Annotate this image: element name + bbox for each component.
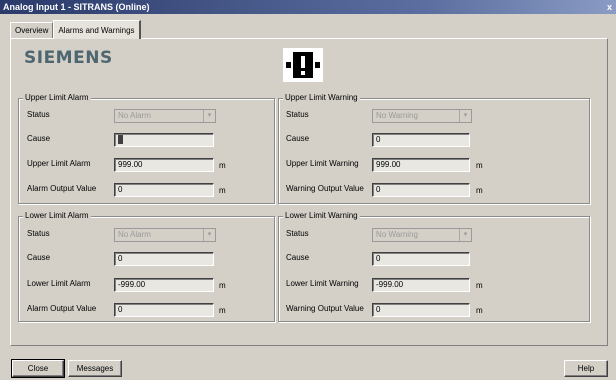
group-title: Lower Limit Warning [283, 211, 360, 221]
chevron-down-icon: ▾ [203, 229, 215, 241]
title-bar: Analog Input 1 - SITRANS (Online) x [0, 0, 616, 14]
upper-limit-warning-input[interactable]: 999.00 [372, 158, 470, 172]
group-title: Upper Limit Warning [283, 93, 360, 103]
status-dropdown[interactable]: No Warning ▾ [372, 228, 472, 242]
output-label: Alarm Output Value [27, 304, 97, 313]
status-dropdown[interactable]: No Alarm ▾ [114, 228, 216, 242]
chevron-down-icon: ▾ [203, 110, 215, 122]
window-title: Analog Input 1 - SITRANS (Online) [3, 2, 150, 12]
unit-label: m [476, 306, 483, 315]
status-label: Status [286, 110, 309, 119]
unit-label: m [219, 281, 226, 290]
status-label: Status [27, 110, 50, 119]
upper-limit-alarm-input[interactable]: 999.00 [114, 158, 214, 172]
unit-label: m [219, 161, 226, 170]
cause-label: Cause [286, 134, 310, 143]
output-label: Warning Output Value [286, 184, 364, 193]
unit-label: m [476, 161, 483, 170]
chevron-down-icon: ▾ [459, 229, 471, 241]
lower-limit-alarm-input[interactable]: -999.00 [114, 278, 214, 292]
cause-field[interactable] [114, 133, 214, 147]
status-label: Status [286, 229, 309, 238]
cause-field[interactable]: 0 [114, 252, 214, 266]
status-value: No Alarm [118, 230, 151, 239]
cause-field[interactable]: 0 [372, 133, 470, 147]
tab-strip: Overview Alarms and Warnings [10, 20, 141, 39]
warning-output-value-input[interactable]: 0 [372, 303, 470, 317]
chevron-down-icon: ▾ [459, 110, 471, 122]
lower-limit-warning-input[interactable]: -999.00 [372, 278, 470, 292]
close-icon[interactable]: x [607, 0, 612, 14]
cause-label: Cause [286, 253, 310, 262]
cause-label: Cause [27, 253, 51, 262]
messages-button[interactable]: Messages [68, 360, 122, 377]
status-dropdown[interactable]: No Alarm ▾ [114, 109, 216, 123]
unit-label: m [476, 281, 483, 290]
output-label: Warning Output Value [286, 304, 364, 313]
limit-label: Upper Limit Alarm [27, 159, 91, 168]
status-value: No Warning [376, 230, 418, 239]
unit-label: m [219, 186, 226, 195]
unit-label: m [476, 186, 483, 195]
group-title: Lower Limit Alarm [23, 211, 91, 221]
tab-overview[interactable]: Overview [10, 22, 54, 39]
status-dropdown[interactable]: No Warning ▾ [372, 109, 472, 123]
alarm-output-value-input[interactable]: 0 [114, 183, 214, 197]
unit-label: m [219, 306, 226, 315]
cause-label: Cause [27, 134, 51, 143]
alarm-output-value-input[interactable]: 0 [114, 303, 214, 317]
status-value: No Alarm [118, 111, 151, 120]
status-value: No Warning [376, 111, 418, 120]
limit-label: Lower Limit Alarm [27, 279, 91, 288]
group-title: Upper Limit Alarm [23, 93, 91, 103]
tab-alarms-and-warnings[interactable]: Alarms and Warnings [53, 20, 141, 39]
warning-output-value-input[interactable]: 0 [372, 183, 470, 197]
close-button[interactable]: Close [11, 359, 65, 378]
siemens-logo: SIEMENS [24, 48, 113, 68]
alert-icon [283, 48, 323, 82]
output-label: Alarm Output Value [27, 184, 97, 193]
status-label: Status [27, 229, 50, 238]
cause-field[interactable]: 0 [372, 252, 470, 266]
limit-label: Lower Limit Warning [286, 279, 359, 288]
limit-label: Upper Limit Warning [286, 159, 359, 168]
text-cursor [118, 135, 123, 145]
help-button[interactable]: Help [564, 360, 608, 377]
